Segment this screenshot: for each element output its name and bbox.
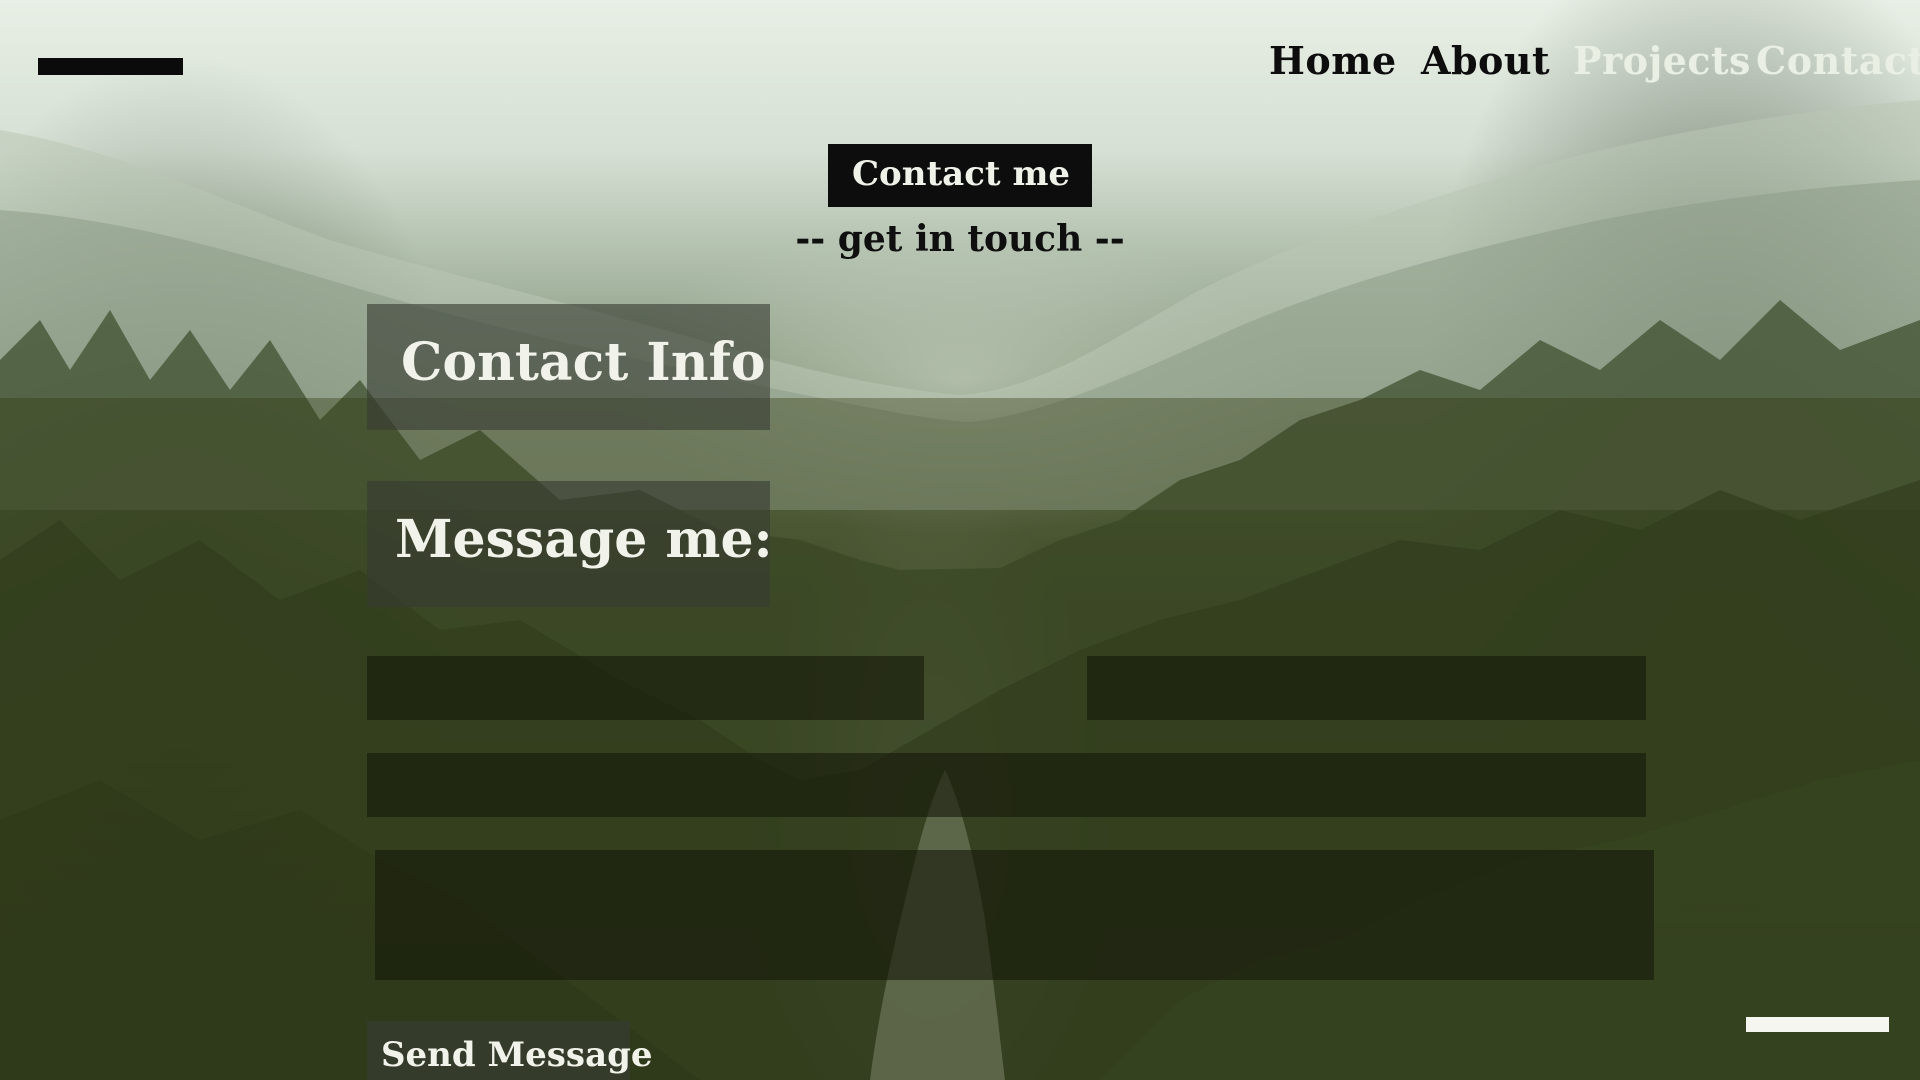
page-subtitle: -- get in touch -- <box>795 218 1125 260</box>
nav-item-projects[interactable]: Projects <box>1573 38 1751 83</box>
contact-info-heading: Contact Info <box>401 332 766 393</box>
subject-field[interactable] <box>367 753 1646 817</box>
name-field[interactable] <box>367 656 924 720</box>
contact-info-panel: Contact Info <box>367 304 770 430</box>
email-field[interactable] <box>1087 656 1646 720</box>
nav-item-about[interactable]: About <box>1421 38 1550 83</box>
nav-item-home[interactable]: Home <box>1269 38 1397 83</box>
message-panel: Message me: <box>367 481 773 607</box>
hero-title-box: Contact me <box>828 144 1092 207</box>
scroll-indicator <box>1746 1017 1889 1032</box>
nav-item-contact[interactable]: Contact <box>1756 38 1920 83</box>
message-heading: Message me: <box>395 509 773 570</box>
page-title: Contact me <box>852 154 1071 194</box>
logo-bar[interactable] <box>38 58 183 75</box>
main-nav: Home About Projects Contact <box>960 38 1920 94</box>
message-field[interactable] <box>375 850 1654 980</box>
send-message-button[interactable]: Send Message <box>367 1021 653 1080</box>
page: Home About Projects Contact Contact me -… <box>0 0 1920 1080</box>
